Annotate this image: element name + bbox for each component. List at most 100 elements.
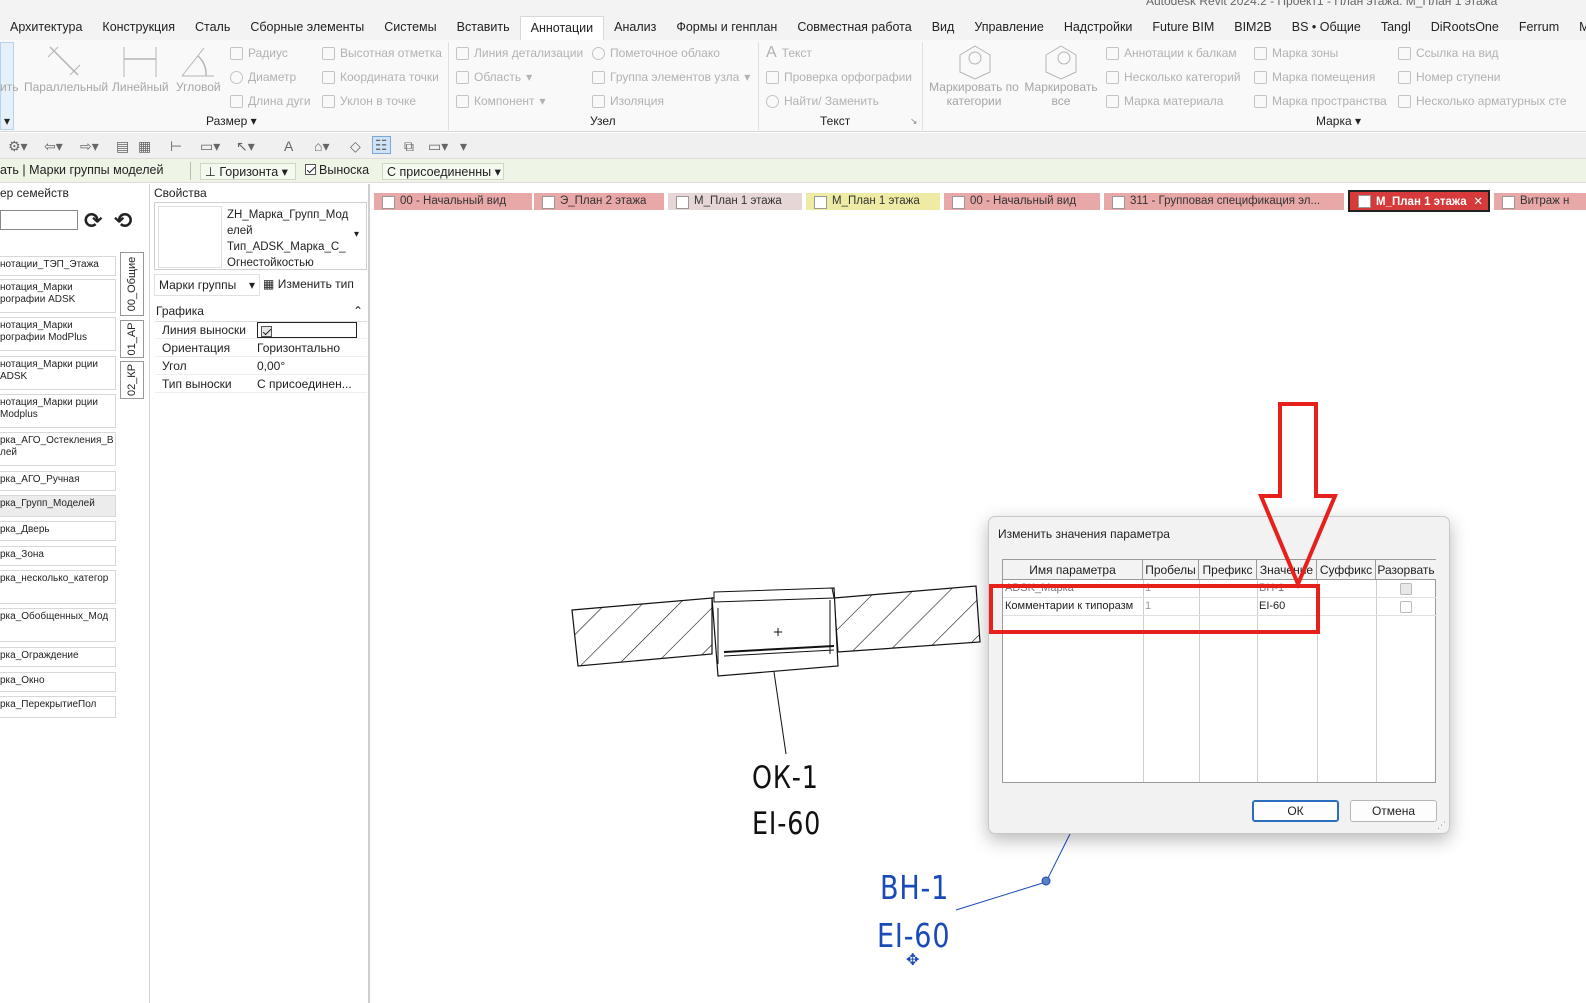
tab-annotate[interactable]: Аннотации	[519, 16, 605, 40]
reload-settings-icon[interactable]: ⟲	[114, 210, 132, 232]
tab-architecture[interactable]: Архитектура	[0, 16, 92, 40]
close-icon[interactable]: ✕	[1473, 192, 1483, 210]
family-item-selected[interactable]: рка_Групп_Моделей	[0, 495, 116, 517]
print-preview-icon[interactable]: ▦	[138, 138, 151, 154]
tab-bim2b[interactable]: BIM2B	[1224, 16, 1282, 40]
cancel-button[interactable]: Отмена	[1350, 800, 1437, 822]
tab-modplus[interactable]: ModPlus	[1569, 16, 1586, 40]
column-header-suffix[interactable]: Суффикс	[1317, 560, 1376, 580]
tab-addins[interactable]: Надстройки	[1054, 16, 1143, 40]
insulation-button[interactable]: Изоляция	[592, 94, 664, 108]
active-view-tab[interactable]: М_План 1 этажа ✕	[1348, 190, 1490, 212]
family-item[interactable]: рка_Ограждение	[0, 647, 116, 667]
tab-future-bim[interactable]: Future BIM	[1142, 16, 1224, 40]
ok-button[interactable]: ОК	[1252, 800, 1339, 822]
param-name-cell[interactable]: Комментарии к типоразм	[1003, 598, 1143, 615]
property-row[interactable]: Линия выноски	[155, 321, 367, 339]
spot-coordinate-button[interactable]: Координата точки	[322, 70, 439, 84]
leader-checkbox[interactable]: Выноска	[305, 163, 369, 177]
edit-type-button[interactable]: ▦ Изменить тип	[263, 277, 354, 291]
find-replace-button[interactable]: Найти/ Заменить	[766, 94, 879, 108]
view-reference-button[interactable]: Ссылка на вид	[1398, 46, 1499, 60]
break-checkbox-checked[interactable]	[1400, 583, 1412, 595]
beam-annotations-button[interactable]: Аннотации к балкам	[1106, 46, 1237, 60]
param-name-cell[interactable]: ADSK_Марка	[1003, 580, 1143, 597]
view-tab[interactable]: Э_План 2 этажа	[534, 193, 664, 210]
family-item[interactable]: рка_Зона	[0, 546, 116, 566]
text-button[interactable]: A Текст	[766, 45, 812, 61]
family-item[interactable]: рка_ПерекрытиеПол	[0, 696, 116, 718]
arc-length-button[interactable]: Длина дуги	[230, 94, 311, 108]
material-tag-button[interactable]: Марка материала	[1106, 94, 1223, 108]
family-search-input[interactable]	[0, 210, 78, 230]
multi-category-button[interactable]: Несколько категорий	[1106, 70, 1241, 84]
measure-icon[interactable]: ⊢	[170, 138, 182, 154]
chevron-down-icon[interactable]: ▾	[354, 229, 359, 240]
property-row[interactable]: Ориентация Горизонтально	[155, 339, 367, 357]
orientation-dropdown[interactable]: ⊥ Горизонта ▾	[200, 163, 296, 180]
vtab-ar[interactable]: 01_АР	[120, 320, 144, 358]
tag-panel-label[interactable]: Марка ▾	[1316, 114, 1361, 128]
tab-precast[interactable]: Сборные элементы	[240, 16, 374, 40]
view-tab[interactable]: М_План 1 этажа	[668, 193, 802, 210]
family-item[interactable]: нотация_Марки рографии ADSK	[0, 279, 116, 313]
area-tag-button[interactable]: Марка зоны	[1254, 46, 1338, 60]
panel-launcher-icon[interactable]: ↘	[910, 116, 918, 127]
family-item[interactable]: рка_АГО_Остекления_В лей	[0, 432, 116, 466]
switch-windows-icon[interactable]: ▭▾	[428, 138, 448, 154]
undo-icon[interactable]: ⇦▾	[44, 138, 63, 154]
thin-lines-icon[interactable]: ☷	[372, 136, 391, 154]
tab-steel[interactable]: Сталь	[185, 16, 240, 40]
vtab-kr[interactable]: 02_КР	[120, 361, 144, 399]
tag-all-button[interactable]: Маркировать все	[1024, 80, 1098, 108]
property-row[interactable]: Угол 0,00°	[155, 357, 367, 375]
tab-tangl[interactable]: Tangl	[1371, 16, 1421, 40]
family-item[interactable]: нотация_Марки рции Modplus	[0, 394, 116, 428]
tag-ok-1-label[interactable]: ОК-1	[752, 760, 819, 796]
vtab-general[interactable]: 00_Общие	[120, 252, 144, 316]
open-icon[interactable]: ⚙▾	[8, 138, 28, 154]
view-tab[interactable]: Витраж н	[1494, 193, 1586, 210]
param-spaces-cell[interactable]: 1	[1143, 580, 1199, 597]
region-button[interactable]: Область ▾	[456, 70, 532, 84]
tag-icon[interactable]: ↖▾	[236, 138, 255, 154]
checkbox-checked[interactable]	[305, 164, 316, 175]
dimension-panel-label[interactable]: Размер ▾	[206, 114, 257, 128]
tab-insert[interactable]: Вставить	[447, 16, 520, 40]
tag-by-category-button[interactable]: Маркировать по категории	[928, 80, 1020, 108]
text-icon[interactable]: A	[284, 138, 293, 154]
refresh-icon[interactable]: ⟳	[84, 210, 102, 232]
detail-line-button[interactable]: Линия детализации	[456, 46, 583, 60]
family-item[interactable]: нотация_Марки рографии ModPlus	[0, 317, 116, 351]
spelling-button[interactable]: Проверка орфографии	[766, 70, 912, 84]
diameter-button[interactable]: Диаметр	[230, 70, 296, 84]
view-tab[interactable]: 00 - Начальный вид	[944, 193, 1100, 210]
tab-diroots[interactable]: DiRootsOne	[1421, 16, 1509, 40]
family-item[interactable]: рка_Дверь	[0, 521, 116, 541]
view-tab[interactable]: М_План 1 этажа	[806, 193, 940, 210]
print-icon[interactable]: ▤	[116, 138, 129, 154]
checkbox-checked[interactable]	[261, 326, 272, 337]
multi-rebar-button[interactable]: Несколько арматурных сте	[1398, 94, 1567, 108]
family-item[interactable]: рка_Окно	[0, 672, 116, 692]
tab-analyze[interactable]: Анализ	[604, 16, 666, 40]
close-hidden-icon[interactable]: ⧉	[404, 138, 414, 154]
panel-collapse-arrow[interactable]: ▾	[4, 114, 10, 128]
redo-icon[interactable]: ⇨▾	[80, 138, 99, 154]
tread-number-button[interactable]: Номер ступени	[1398, 70, 1500, 84]
3d-view-icon[interactable]: ⌂▾	[314, 138, 329, 154]
aligned-dimension-button[interactable]: ить	[0, 80, 18, 94]
tag-ok-1-fire-rating[interactable]: EI-60	[752, 806, 821, 842]
detail-group-button[interactable]: Группа элементов узла ▾	[592, 70, 750, 84]
resize-grip-icon[interactable]: ⋰	[1437, 820, 1446, 831]
radius-button[interactable]: Радиус	[230, 46, 288, 60]
aligned-dimension-icon[interactable]: ▭▾	[200, 138, 220, 154]
family-item[interactable]: нотация_Марки рции ADSK	[0, 356, 116, 390]
column-header-value[interactable]: Значение	[1257, 560, 1317, 580]
spot-elevation-button[interactable]: Высотная отметка	[322, 46, 442, 60]
component-button[interactable]: Компонент ▾	[456, 94, 546, 108]
tab-structure[interactable]: Конструкция	[92, 16, 185, 40]
view-tab[interactable]: 00 - Начальный вид	[374, 193, 532, 210]
spot-slope-button[interactable]: Уклон в точке	[322, 94, 416, 108]
space-tag-button[interactable]: Марка пространства	[1254, 94, 1387, 108]
